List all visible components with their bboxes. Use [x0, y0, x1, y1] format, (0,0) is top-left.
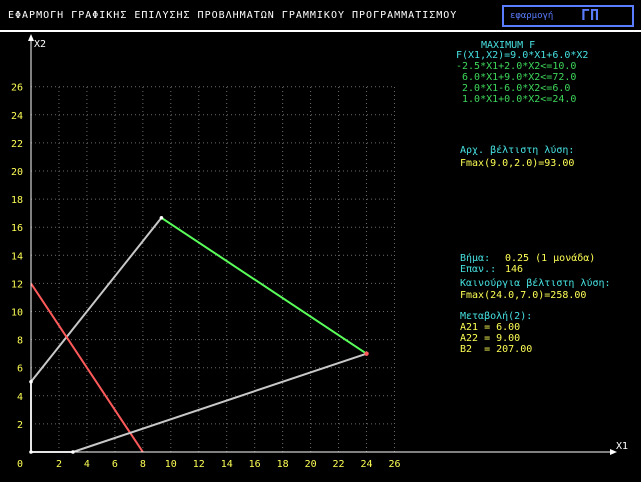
- x-tick-label: 2: [56, 459, 62, 470]
- y-tick-label: 8: [17, 336, 23, 347]
- x-tick-label: 6: [112, 459, 118, 470]
- x-tick-label: 4: [84, 459, 90, 470]
- optimal-value: Fmax(9.0,2.0)=93.00: [460, 158, 575, 169]
- app-logo: εφαρμογή ΓΠ: [502, 5, 634, 27]
- y-tick-label: 18: [11, 195, 23, 206]
- y-tick-label: 12: [11, 279, 23, 290]
- constraint-3: 2.0*X1-6.0*X2<=6.0: [456, 83, 571, 94]
- logo-small-text: εφαρμογή: [510, 11, 554, 21]
- x-tick-label: 24: [360, 459, 372, 470]
- chart-ticks: 0 2 4 6 8 10 12 14 16 18 20 22 24 2624681012141618202…: [11, 83, 401, 470]
- y-tick-label: 26: [11, 83, 23, 94]
- vertex-point: [159, 215, 164, 220]
- y-tick-label: 24: [11, 111, 23, 122]
- objective-function: F(X1,X2)=9.0*X1+6.0*X2: [456, 50, 589, 61]
- constraint-1: -2.5*X1+2.0*X2<=10.0: [456, 61, 577, 72]
- app-title: ΕΦΑΡΜΟΓΗ ΓΡΑΦΙΚΗΣ ΕΠΙΛΥΣΗΣ ΠΡΟΒΛΗΜΑΤΩΝ Γ…: [8, 10, 458, 21]
- constraint-segment: [30, 217, 163, 383]
- x-tick-label: 14: [221, 459, 233, 470]
- x-tick-label: 18: [277, 459, 289, 470]
- y-tick-label: 20: [11, 167, 23, 178]
- constraint-4: 1.0*X1+0.0*X2<=24.0: [456, 94, 577, 105]
- x-tick-label: 22: [333, 459, 345, 470]
- x-tick-label: 12: [193, 459, 205, 470]
- a22-value: A22 = 9.00: [460, 333, 521, 344]
- logo-big-text: ΓΠ: [581, 6, 600, 24]
- constraint-2: 6.0*X1+9.0*X2<=72.0: [456, 72, 577, 83]
- constraint-segment: [160, 216, 368, 355]
- a21-value: A21 = 6.00: [460, 322, 521, 333]
- title-bar: ΕΦΑΡΜΟΓΗ ΓΡΑΦΙΚΗΣ ΕΠΙΛΥΣΗΣ ΠΡΟΒΛΗΜΑΤΩΝ Γ…: [0, 0, 641, 32]
- y-tick-label: 22: [11, 139, 23, 150]
- step-value: 0.25 (1 μονάδα): [505, 253, 596, 264]
- changes-heading: Μεταβολή(2):: [460, 311, 533, 322]
- optimal-heading: Αρχ. βέλτιστη λύση:: [460, 145, 575, 156]
- constraint-segment: [72, 352, 367, 453]
- new-optimal-value: Fmax(24.0,7.0)=258.00: [460, 290, 587, 301]
- y-tick-label: 4: [17, 392, 23, 403]
- y-tick-label: 2: [17, 420, 23, 431]
- x-tick-label: 0: [17, 459, 23, 470]
- optimal-point: [364, 351, 369, 356]
- y-axis-label: X2: [34, 39, 46, 50]
- b2-value: B2 = 207.00: [460, 344, 533, 355]
- new-optimal-heading: Καινούργια βέλτιστη λύση:: [460, 278, 611, 289]
- step-label: Βήμα:: [460, 253, 491, 264]
- x-tick-label: 10: [165, 459, 177, 470]
- y-tick-label: 14: [11, 251, 23, 262]
- x-tick-label: 16: [249, 459, 261, 470]
- x-tick-label: 8: [140, 459, 146, 470]
- iteration-value: 146: [505, 264, 524, 275]
- chart-grid: [31, 86, 395, 452]
- y-tick-label: 6: [17, 364, 23, 375]
- y-tick-label: 10: [11, 308, 23, 319]
- iteration-label: Επαν.:: [460, 264, 497, 275]
- x-tick-label: 26: [388, 459, 400, 470]
- y-tick-label: 16: [11, 223, 23, 234]
- x-axis-label: X1: [616, 441, 628, 452]
- x-tick-label: 20: [305, 459, 317, 470]
